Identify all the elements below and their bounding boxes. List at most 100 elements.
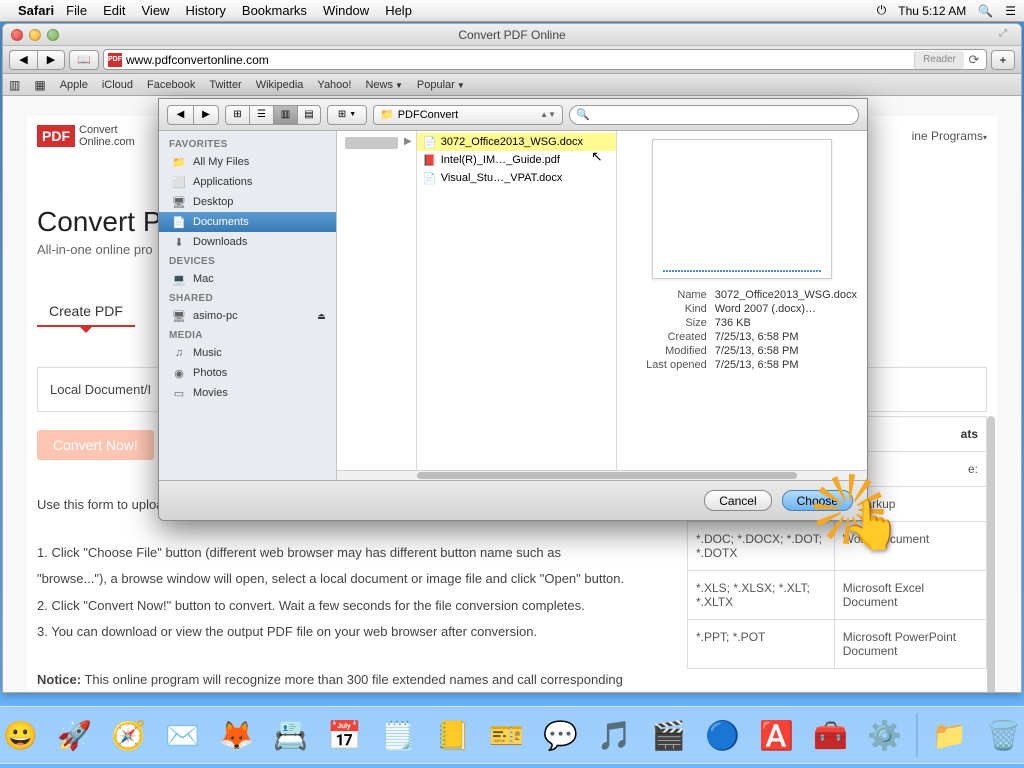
bookmark-news[interactable]: News▼ [365,79,402,91]
dock-separator [917,713,918,757]
bookmark-yahoo[interactable]: Yahoo! [317,79,351,91]
bookmark-icloud[interactable]: iCloud [102,79,133,91]
dock-movies[interactable]: 🎬 [645,711,693,759]
music-icon: ♫ [171,346,187,360]
dock-notes[interactable]: 🗒️ [375,711,423,759]
url-bar[interactable]: PDF www.pdfconvertonline.com Reader ⟳ [103,49,987,70]
dock-launchpad[interactable]: 🚀 [51,711,99,759]
choose-button[interactable]: Choose [782,490,853,511]
tab-create-pdf[interactable]: Create PDF [37,297,135,327]
horizontal-scrollbar[interactable] [337,470,867,480]
bookmark-popular[interactable]: Popular▼ [417,79,465,91]
forward-button[interactable]: ▶ [37,50,65,70]
photos-icon: ◉ [171,366,187,380]
spotlight-icon[interactable]: 🔍 [978,4,993,18]
sidebar-photos[interactable]: ◉Photos [159,363,336,383]
bookmark-twitter[interactable]: Twitter [209,79,241,91]
dock-appstore[interactable]: 🅰️ [753,711,801,759]
app-name[interactable]: Safari [18,3,54,18]
sidebar-music[interactable]: ♫Music [159,343,336,363]
dock: 😀 🚀 🧭 ✉️ 🦊 📇 📅 🗒️ 📒 🎫 💬 🎵 🎬 🔵 🅰️ 🧰 ⚙️ 📁 … [0,706,1024,764]
close-button[interactable] [11,29,23,41]
dock-app1[interactable]: 🔵 [699,711,747,759]
dock-contacts[interactable]: 📇 [267,711,315,759]
minimize-button[interactable] [29,29,41,41]
mac-icon: 💻 [171,272,187,286]
sidebar-movies[interactable]: ▭Movies [159,383,336,403]
bookmarks-button[interactable]: 📖 [69,50,99,70]
documents-icon: 📄 [171,215,187,229]
browser-toolbar: ◀ ▶ 📖 PDF www.pdfconvertonline.com Reade… [3,46,1021,74]
menu-file[interactable]: File [66,3,87,18]
dialog-forward-button[interactable]: ▶ [193,105,219,125]
bookmark-apple[interactable]: Apple [60,79,88,91]
file-item[interactable]: 📄Visual_Stu…_VPAT.docx [417,169,616,187]
dock-mail[interactable]: ✉️ [159,711,207,759]
sidebar-desktop[interactable]: 🖥Desktop [159,192,336,212]
bookmark-wikipedia[interactable]: Wikipedia [256,79,304,91]
section-shared: SHARED [159,289,336,306]
file-item[interactable]: 📕Intel(R)_IM…_Guide.pdf [417,151,616,169]
dock-utilities[interactable]: 🧰 [807,711,855,759]
movies-icon: ▭ [171,386,187,400]
view-coverflow-button[interactable]: ▤ [297,105,321,125]
zoom-button[interactable] [47,29,59,41]
arrange-button[interactable]: ⊞▼ [327,105,367,125]
menu-edit[interactable]: Edit [103,3,125,18]
reload-button[interactable]: ⟳ [966,52,982,68]
menu-window[interactable]: Window [323,3,369,18]
notification-center-icon[interactable]: ☰ [1005,4,1016,18]
sidebar-documents[interactable]: 📄Documents [159,212,336,232]
file-item-selected[interactable]: 📄3072_Office2013_WSG.docx [417,133,616,151]
sidebar-downloads[interactable]: ⬇Downloads [159,232,336,252]
menu-bookmarks[interactable]: Bookmarks [242,3,307,18]
dock-passbook[interactable]: 🎫 [483,711,531,759]
dock-reminders[interactable]: 📒 [429,711,477,759]
sidebar-shared-pc[interactable]: 🖥asimo-pc⏏ [159,306,336,326]
dock-firefox[interactable]: 🦊 [213,711,261,759]
preview-thumbnail [652,139,832,279]
view-list-button[interactable]: ☰ [249,105,273,125]
dock-itunes[interactable]: 🎵 [591,711,639,759]
reader-button[interactable]: Reader [914,51,964,69]
cancel-button[interactable]: Cancel [704,490,771,511]
dock-trash[interactable]: 🗑️ [980,711,1024,759]
bookmarks-sidebar-icon[interactable]: ▥ [9,78,20,92]
fast-user-switch-icon[interactable]: ⏻ [877,3,887,18]
dock-preferences[interactable]: ⚙️ [861,711,909,759]
fullscreen-button[interactable]: ⤢ [999,28,1013,42]
page-scrollbar[interactable] [987,416,995,692]
nav-programs[interactable]: ine Programs▾ [912,129,987,143]
dock-finder[interactable]: 😀 [0,711,45,759]
view-icons-button[interactable]: ⊞ [225,105,249,125]
dock-downloads[interactable]: 📁 [926,711,974,759]
dock-safari[interactable]: 🧭 [105,711,153,759]
docx-icon: 📄 [423,135,437,149]
bookmark-facebook[interactable]: Facebook [147,79,195,91]
sidebar-mac[interactable]: 💻Mac [159,269,336,289]
top-sites-icon[interactable]: ▦ [34,78,45,92]
new-tab-button[interactable]: + [991,50,1015,70]
menu-view[interactable]: View [142,3,170,18]
menu-help[interactable]: Help [385,3,412,18]
back-button[interactable]: ◀ [9,50,37,70]
convert-button[interactable]: Convert Now! [37,430,154,460]
pdf-icon: 📕 [423,153,437,167]
eject-icon[interactable]: ⏏ [317,311,326,322]
menubar: Safari File Edit View History Bookmarks … [0,0,1024,22]
column-1[interactable]: ▶ [337,131,417,480]
menubar-clock[interactable]: Thu 5:12 AM [898,4,966,18]
dock-calendar[interactable]: 📅 [321,711,369,759]
section-media: MEDIA [159,326,336,343]
downloads-icon: ⬇ [171,235,187,249]
dock-messages[interactable]: 💬 [537,711,585,759]
view-columns-button[interactable]: ▥ [273,105,297,125]
menu-history[interactable]: History [185,3,225,18]
dialog-back-button[interactable]: ◀ [167,105,193,125]
sidebar-all-my-files[interactable]: 📁All My Files [159,152,336,172]
path-dropdown[interactable]: 📁 PDFConvert ▲▼ [373,105,563,125]
site-logo-text: Convert Online.com [79,124,135,148]
preview-pane: Name3072_Office2013_WSG.docx KindWord 20… [617,131,867,480]
sidebar-applications[interactable]: ⬜Applications [159,172,336,192]
dialog-search-input[interactable]: 🔍 [569,105,859,125]
